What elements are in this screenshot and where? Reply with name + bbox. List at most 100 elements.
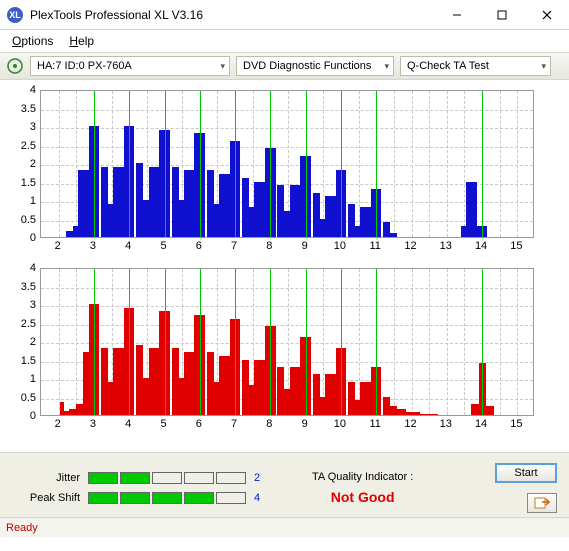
xtick: 10: [334, 240, 346, 252]
xtick: 7: [231, 418, 237, 430]
meter-box: [120, 472, 150, 484]
meter-box: [184, 472, 214, 484]
meter-box: [88, 492, 118, 504]
ytick: 0: [30, 410, 36, 422]
xtick: 3: [90, 418, 96, 430]
meter-box: [152, 492, 182, 504]
meter-box: [88, 472, 118, 484]
export-icon: [534, 496, 550, 510]
xtick: 8: [266, 240, 272, 252]
peakshift-value: 4: [254, 492, 264, 504]
chart-top-xaxis: 23456789101112131415: [40, 240, 534, 258]
menu-options-rest: ptions: [21, 34, 53, 48]
xtick: 12: [404, 418, 416, 430]
chart-bottom-xaxis: 2 3 4 5 6 7 8 9 10 11 12 13 14 15: [40, 418, 534, 436]
meter-box: [216, 492, 246, 504]
ytick: 0.5: [21, 392, 36, 404]
peakshift-label: Peak Shift: [24, 492, 80, 504]
ytick: 0.5: [21, 214, 36, 226]
ytick: 2: [30, 158, 36, 170]
export-button[interactable]: [527, 493, 557, 513]
ytick: 2.5: [21, 318, 36, 330]
ytick: 2: [30, 336, 36, 348]
ytick: 1.5: [21, 177, 36, 189]
ytick: 4: [30, 84, 36, 96]
peakshift-row: Peak Shift 4: [24, 492, 264, 504]
menubar: Options Help: [0, 30, 569, 52]
ytick: 1.5: [21, 355, 36, 367]
ytick: 3.5: [21, 281, 36, 293]
drive-icon: [6, 57, 24, 75]
xtick: 15: [510, 418, 522, 430]
xtick: 4: [125, 418, 131, 430]
jitter-row: Jitter 2: [24, 472, 264, 484]
drive-select[interactable]: HA:7 ID:0 PX-760A ▾: [30, 56, 230, 76]
chevron-down-icon: ▾: [541, 61, 546, 72]
mode-select-value: DVD Diagnostic Functions: [243, 60, 371, 72]
footer-panel: Jitter 2 Peak Shift 4 TA Quality Indica: [0, 452, 569, 517]
minimize-button[interactable]: [434, 0, 479, 30]
xtick: 2: [55, 418, 61, 430]
window-title: PlexTools Professional XL V3.16: [30, 8, 434, 22]
ytick: 1: [30, 373, 36, 385]
close-button[interactable]: [524, 0, 569, 30]
menu-options[interactable]: Options: [6, 32, 59, 50]
xtick: 4: [125, 240, 131, 252]
jitter-value: 2: [254, 472, 264, 484]
menu-help-rest: elp: [78, 34, 94, 48]
chevron-down-icon: ▾: [384, 61, 389, 72]
mode-select[interactable]: DVD Diagnostic Functions ▾: [236, 56, 394, 76]
xtick: 6: [196, 418, 202, 430]
xtick: 10: [334, 418, 346, 430]
test-select-value: Q-Check TA Test: [407, 60, 489, 72]
xtick: 9: [302, 240, 308, 252]
ytick: 4: [30, 262, 36, 274]
menu-help[interactable]: Help: [63, 32, 100, 50]
peakshift-meter: [88, 492, 246, 504]
xtick: 14: [475, 418, 487, 430]
statusbar: Ready: [0, 517, 569, 537]
chevron-down-icon: ▾: [220, 61, 225, 72]
app-icon-wrap: XL: [0, 7, 30, 23]
meter-column: Jitter 2 Peak Shift 4: [24, 472, 264, 504]
xtick: 5: [160, 240, 166, 252]
xtick: 6: [196, 240, 202, 252]
ytick: 1: [30, 195, 36, 207]
xtick: 14: [475, 240, 487, 252]
start-button-label: Start: [514, 467, 537, 479]
ytick: 2.5: [21, 140, 36, 152]
quality-title: TA Quality Indicator :: [312, 471, 413, 483]
meter-box: [216, 472, 246, 484]
xtick: 13: [440, 418, 452, 430]
start-button[interactable]: Start: [495, 463, 557, 483]
chart-bottom: 0 0.5 1 1.5 2 2.5 3 3.5 4 2 3 4 5 6 7 8 9 10 11 12 13 14 15: [6, 268, 536, 436]
quality-value: Not Good: [312, 489, 413, 505]
meter-box: [184, 492, 214, 504]
button-column: Start: [495, 463, 557, 513]
meter-box: [152, 472, 182, 484]
chart-bottom-plot: [40, 268, 534, 416]
app-icon: XL: [7, 7, 23, 23]
xtick: 8: [266, 418, 272, 430]
chart-bottom-yaxis: 00.511.522.533.54: [6, 268, 40, 416]
meter-box: [120, 492, 150, 504]
xtick: 12: [404, 240, 416, 252]
chart-top: 00.511.522.533.54 23456789101112131415: [6, 90, 536, 258]
xtick: 7: [231, 240, 237, 252]
test-select[interactable]: Q-Check TA Test ▾: [400, 56, 551, 76]
xtick: 11: [369, 418, 380, 430]
ytick: 3.5: [21, 103, 36, 115]
maximize-button[interactable]: [479, 0, 524, 30]
chart-top-yaxis: 00.511.522.533.54: [6, 90, 40, 238]
ytick: 3: [30, 121, 36, 133]
xtick: 9: [302, 418, 308, 430]
xtick: 11: [369, 240, 380, 252]
ytick: 0: [30, 232, 36, 244]
xtick: 3: [90, 240, 96, 252]
jitter-meter: [88, 472, 246, 484]
chart-top-plot: [40, 90, 534, 238]
xtick: 15: [510, 240, 522, 252]
chart-area: 00.511.522.533.54 23456789101112131415 0…: [0, 80, 569, 452]
xtick: 5: [160, 418, 166, 430]
drive-select-value: HA:7 ID:0 PX-760A: [37, 60, 132, 72]
